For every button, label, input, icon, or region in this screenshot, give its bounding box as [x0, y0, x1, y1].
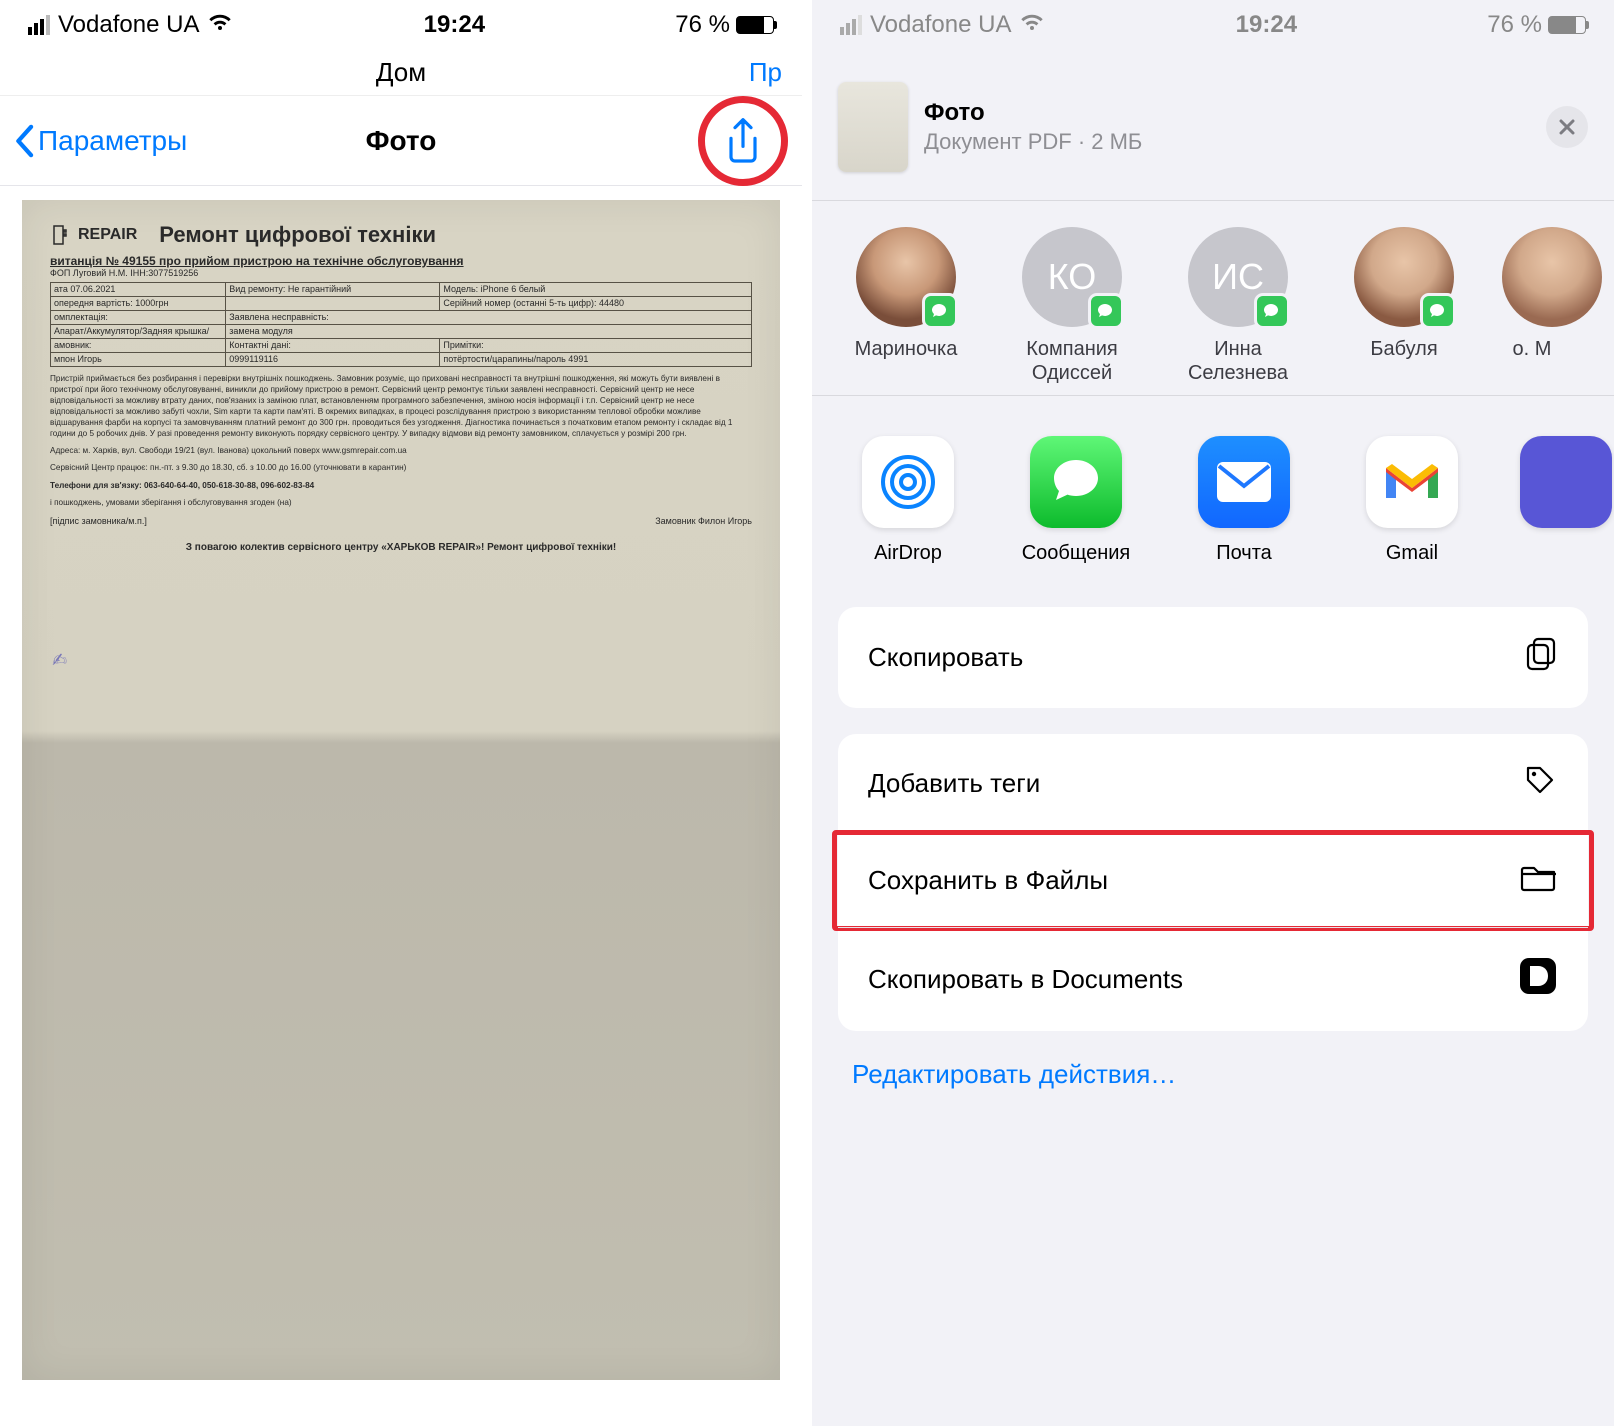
battery-icon — [1548, 16, 1586, 34]
background-edit-truncated: Пр — [749, 57, 782, 88]
contact-name: Мариночка — [838, 337, 974, 361]
messages-icon — [1030, 436, 1122, 528]
actions-list-2: Добавить теги Сохранить в Файлы Скопиров… — [838, 734, 1588, 1031]
app-label: Сообщения — [1016, 542, 1136, 565]
doc-heading: Ремонт цифрової техніки — [159, 222, 436, 248]
doc-fop: ФОП Луговий Н.М. ІНН:3077519256 — [50, 268, 752, 278]
action-label: Сохранить в Файлы — [868, 865, 1108, 896]
doc-sign-right: Замовник Филон Игорь — [655, 516, 752, 526]
back-button[interactable]: Параметры — [8, 124, 187, 158]
close-icon — [1558, 118, 1576, 136]
time-label: 19:24 — [424, 11, 485, 39]
apps-row: AirDrop Сообщения Почта Gmail — [812, 396, 1614, 595]
wifi-icon — [1019, 12, 1045, 38]
document-preview[interactable]: REPAIR Ремонт цифрової техніки витанція … — [22, 200, 780, 1380]
app-icon-partial — [1520, 436, 1612, 528]
action-copy[interactable]: Скопировать — [838, 607, 1588, 708]
messages-badge-icon — [922, 293, 958, 329]
doc-agree: і пошкоджень, умовами зберігання і обслу… — [50, 497, 752, 508]
airdrop-icon — [862, 436, 954, 528]
signal-icon — [28, 15, 50, 35]
back-label: Параметры — [38, 125, 187, 157]
sheet-subtitle: Документ PDF · 2 МБ — [924, 129, 1530, 155]
battery-pct: 76 % — [1487, 11, 1542, 39]
tag-icon — [1522, 762, 1558, 805]
app-label: Gmail — [1352, 542, 1472, 565]
contact-item[interactable]: о. М — [1502, 227, 1562, 385]
avatar — [1502, 227, 1602, 327]
doc-table: ата 07.06.2021Вид ремонту: Не гарантійни… — [50, 282, 752, 367]
contact-item[interactable]: Мариночка — [838, 227, 974, 385]
share-button-highlight — [698, 96, 788, 186]
app-label: AirDrop — [848, 542, 968, 565]
action-label: Скопировать — [868, 642, 1023, 673]
messages-badge-icon — [1254, 293, 1290, 329]
doc-phones: Телефони для зв'язку: 063-640-64-40, 050… — [50, 480, 752, 491]
app-label: Почта — [1184, 542, 1304, 565]
contacts-row: Мариночка КО Компания Одиссей ИС Инна Се… — [812, 201, 1614, 395]
avatar: ИС — [1188, 227, 1288, 327]
carrier-label: Vodafone UA — [870, 11, 1011, 39]
doc-hours: Сервісний Центр працює: пн.-пт. з 9.30 д… — [50, 462, 752, 473]
contact-item[interactable]: КО Компания Одиссей — [1004, 227, 1140, 385]
copy-icon — [1524, 635, 1558, 680]
share-button[interactable] — [723, 117, 763, 165]
documents-app-icon — [1518, 956, 1558, 1003]
doc-receipt-line: витанція № 49155 про прийом пристрою на … — [50, 254, 752, 268]
carrier-label: Vodafone UA — [58, 11, 199, 39]
background-title: Дом — [376, 57, 426, 88]
nav-bar: Параметры Фото — [0, 96, 802, 186]
time-label: 19:24 — [1236, 11, 1297, 39]
contact-item[interactable]: Бабуля — [1336, 227, 1472, 385]
share-sheet: Фото Документ PDF · 2 МБ Мариночка КО Ко… — [812, 60, 1614, 1426]
doc-footer: З повагою колектив сервісного центру «ХА… — [50, 542, 752, 553]
doc-logo: REPAIR — [50, 224, 137, 246]
app-messages[interactable]: Сообщения — [1016, 436, 1136, 565]
background-title-bar: Дом Пр — [0, 50, 802, 96]
status-bar-right: Vodafone UA 19:24 76 % — [812, 0, 1614, 50]
contact-name: Инна Селезнева — [1170, 337, 1306, 385]
contact-item[interactable]: ИС Инна Селезнева — [1170, 227, 1306, 385]
app-mail[interactable]: Почта — [1184, 436, 1304, 565]
action-label: Скопировать в Documents — [868, 964, 1183, 995]
doc-sign-left: [підпис замовника/м.п.] — [50, 516, 147, 526]
page-title: Фото — [366, 125, 437, 157]
avatar — [856, 227, 956, 327]
wifi-icon — [207, 12, 233, 38]
sheet-thumbnail — [838, 82, 908, 172]
sheet-title: Фото — [924, 99, 1530, 127]
app-airdrop[interactable]: AirDrop — [848, 436, 968, 565]
app-more[interactable] — [1520, 436, 1560, 565]
folder-icon — [1520, 862, 1558, 899]
battery-icon — [736, 16, 774, 34]
action-label: Добавить теги — [868, 768, 1040, 799]
battery-pct: 76 % — [675, 11, 730, 39]
signature-icon: ✍︎ — [51, 649, 68, 671]
doc-address: Адреса: м. Харків, вул. Свободи 19/21 (в… — [50, 445, 752, 456]
signal-icon — [840, 15, 862, 35]
action-add-tags[interactable]: Добавить теги — [838, 734, 1588, 833]
avatar: КО — [1022, 227, 1122, 327]
messages-badge-icon — [1088, 293, 1124, 329]
edit-actions-link[interactable]: Редактировать действия… — [852, 1059, 1588, 1090]
close-button[interactable] — [1546, 106, 1588, 148]
mail-icon — [1198, 436, 1290, 528]
app-gmail[interactable]: Gmail — [1352, 436, 1472, 565]
avatar — [1354, 227, 1454, 327]
gmail-icon — [1366, 436, 1458, 528]
status-bar-left: Vodafone UA 19:24 76 % — [0, 0, 802, 50]
action-copy-to-documents[interactable]: Скопировать в Documents — [838, 927, 1588, 1031]
contact-name: о. М — [1502, 337, 1562, 361]
doc-fine-print: Пристрій приймається без розбирання і пе… — [50, 373, 752, 439]
actions-list-1: Скопировать — [838, 607, 1588, 708]
contact-name: Компания Одиссей — [1004, 337, 1140, 385]
contact-name: Бабуля — [1336, 337, 1472, 361]
messages-badge-icon — [1420, 293, 1456, 329]
action-save-to-files[interactable]: Сохранить в Файлы — [838, 833, 1588, 927]
